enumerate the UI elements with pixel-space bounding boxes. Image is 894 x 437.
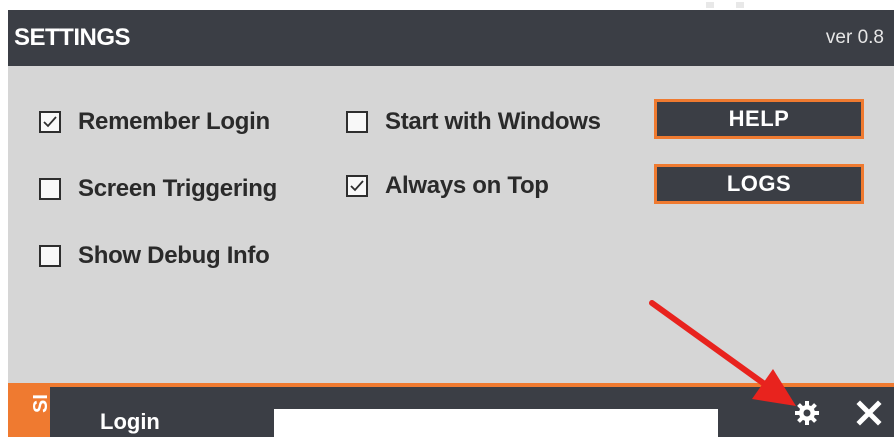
checkbox-screen-triggering[interactable]: Screen Triggering [39, 175, 277, 203]
checkbox-start-with-windows[interactable]: Start with Windows [346, 108, 601, 136]
checkbox-remember-login[interactable]: Remember Login [39, 108, 270, 136]
login-input[interactable] [274, 409, 718, 437]
background-artifact [736, 2, 744, 8]
checkbox-label: Remember Login [78, 108, 270, 135]
version-label: ver 0.8 [825, 27, 884, 48]
settings-titlebar: SETTINGS ver 0.8 [8, 10, 894, 66]
checkbox-always-on-top[interactable]: Always on Top [346, 172, 549, 200]
checkbox-label: Show Debug Info [78, 242, 270, 269]
help-button[interactable]: HELP [654, 99, 864, 139]
close-icon[interactable] [856, 400, 882, 431]
checkmark-icon [43, 116, 57, 128]
checkbox-box[interactable] [39, 178, 61, 200]
checkbox-box[interactable] [346, 111, 368, 133]
checkbox-show-debug-info[interactable]: Show Debug Info [39, 242, 270, 270]
checkbox-box[interactable] [39, 245, 61, 267]
logs-button[interactable]: LOGS [654, 164, 864, 204]
main-bar: SI Login [8, 383, 894, 437]
checkbox-box[interactable] [346, 175, 368, 197]
gear-icon[interactable] [794, 400, 820, 431]
checkbox-label: Start with Windows [385, 108, 601, 135]
checkmark-icon [350, 180, 364, 192]
side-tab-label: SI [30, 394, 52, 413]
checkbox-label: Always on Top [385, 172, 549, 199]
login-label: Login [100, 409, 160, 434]
settings-title: SETTINGS [14, 24, 131, 51]
side-tab[interactable]: SI [8, 387, 52, 437]
settings-panel: SETTINGS ver 0.8 Remember Login Screen T… [8, 10, 894, 437]
checkbox-box[interactable] [39, 111, 61, 133]
checkbox-label: Screen Triggering [78, 175, 277, 202]
background-artifact [706, 2, 714, 8]
